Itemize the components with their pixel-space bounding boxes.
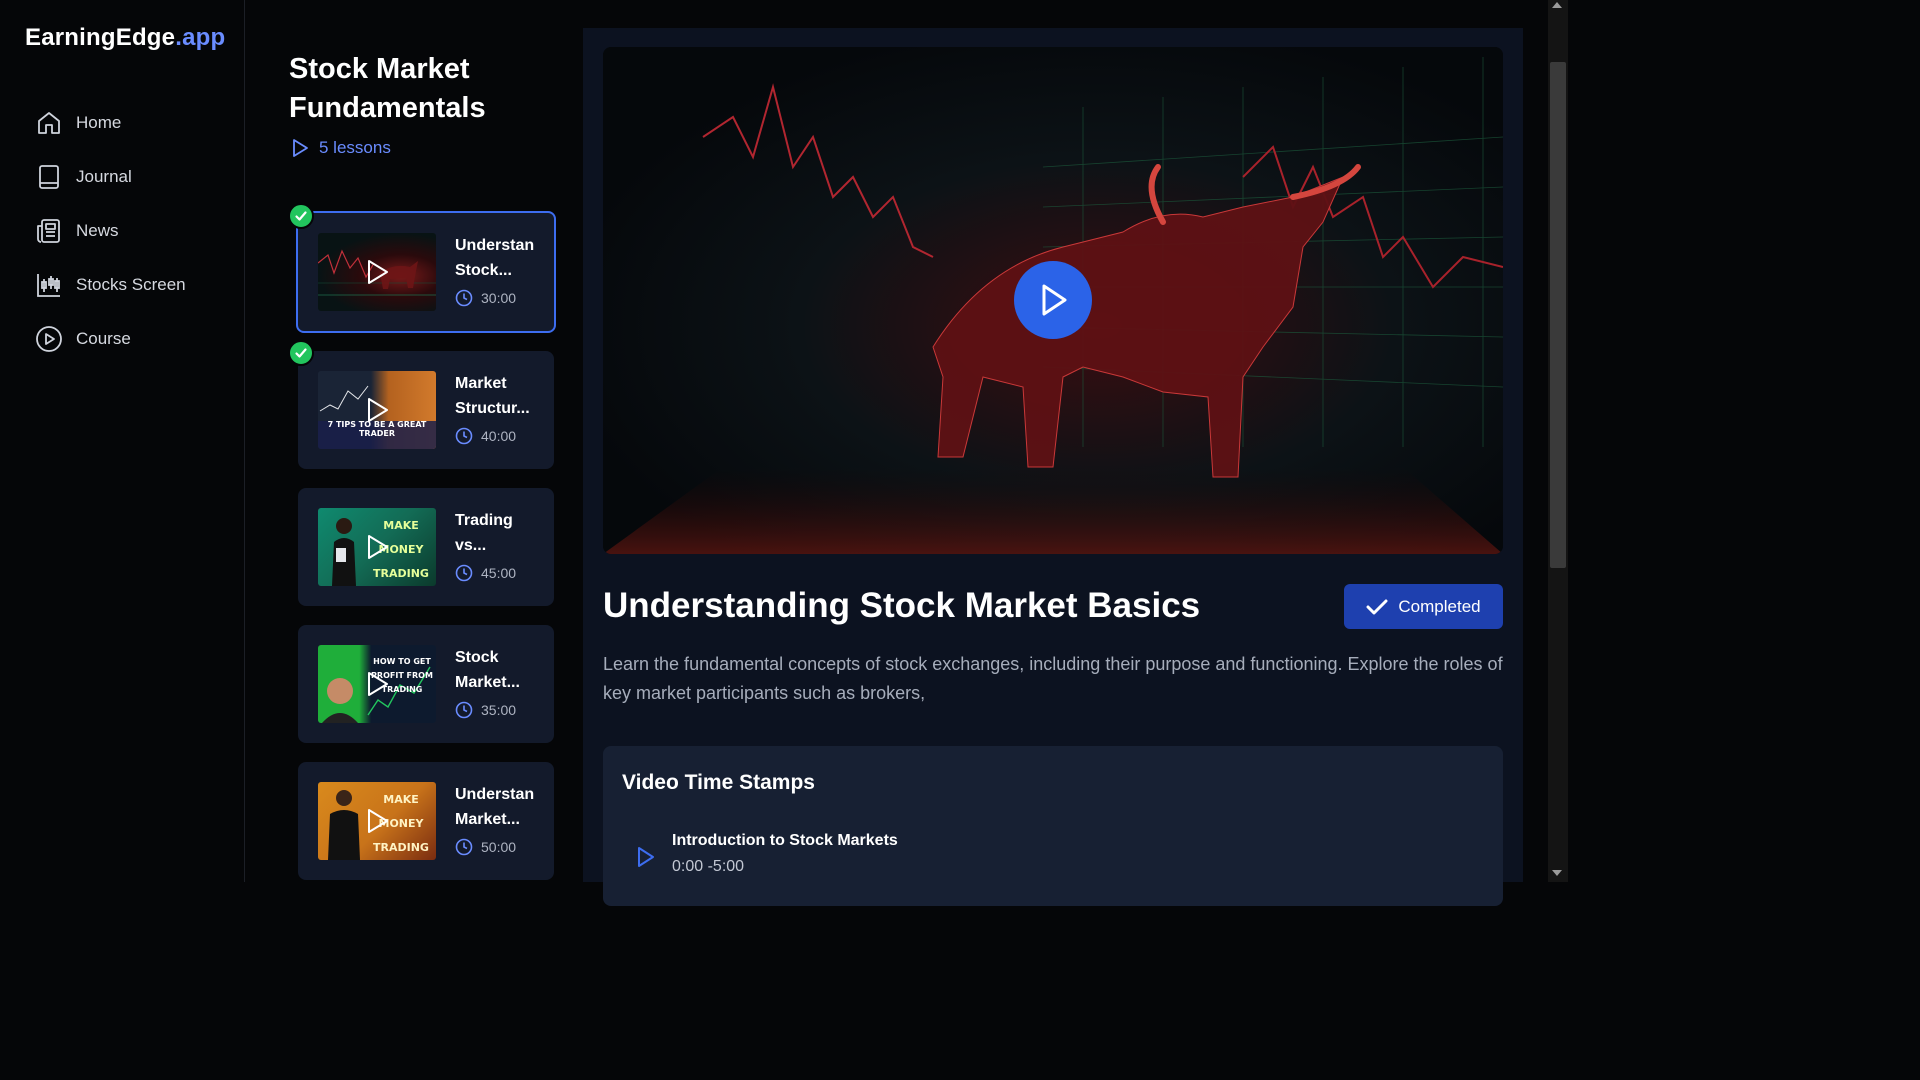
lessons-panel: Stock Market Fundamentals 5 lessons Unde… [245, 0, 583, 882]
play-icon [1042, 284, 1067, 316]
lesson-detail-panel: Understanding Stock Market Basics Comple… [583, 28, 1523, 906]
brand-suffix: .app [175, 24, 226, 51]
lesson-thumbnail: HOW TO GET PROFIT FROM TRADING [318, 645, 436, 723]
lesson-thumbnail: MAKE MONEY TRADING STOCKS [318, 508, 436, 586]
lesson-duration: 35:00 [455, 701, 516, 719]
clock-icon [455, 427, 473, 445]
lesson-duration-label: 30:00 [481, 290, 517, 306]
brand-logo[interactable]: EarningEdge.app [25, 24, 225, 52]
checkmark-icon [1366, 599, 1388, 614]
lesson-card[interactable]: 7 TIPS TO BE A GREAT TRADER Market Struc… [298, 351, 554, 469]
clock-icon [455, 564, 473, 582]
play-outline-icon [622, 832, 672, 876]
course-title: Stock Market Fundamentals [289, 53, 486, 124]
lesson-duration: 30:00 [455, 289, 516, 307]
page-scrollbar[interactable] [1548, 0, 1568, 882]
play-icon [368, 398, 388, 422]
book-icon [34, 162, 64, 192]
lesson-title: Understan Market... [455, 786, 535, 828]
lesson-duration-label: 40:00 [481, 428, 517, 444]
lesson-title: Trading vs... [455, 512, 513, 554]
sidebar-item-label: Home [76, 113, 122, 132]
play-outline-icon [293, 139, 308, 157]
timestamp-range: 0:00 -5:00 [672, 858, 745, 875]
timestamp-item[interactable]: Introduction to Stock Markets 0:00 -5:00 [622, 832, 898, 876]
play-button[interactable] [1014, 261, 1092, 339]
completed-button-label: Completed [1398, 596, 1481, 616]
sidebar-nav: Home Journal News Stocks Screen Course [34, 104, 186, 374]
sidebar: EarningEdge.app Home Journal News Stocks… [0, 0, 245, 882]
video-player[interactable] [603, 47, 1503, 554]
clock-icon [455, 701, 473, 719]
sidebar-item-course[interactable]: Course [34, 320, 186, 358]
candlestick-icon [34, 270, 64, 300]
video-timestamps-panel: Video Time Stamps Introduction to Stock … [603, 746, 1503, 906]
lesson-duration-label: 35:00 [481, 702, 517, 718]
lesson-duration-label: 45:00 [481, 565, 517, 581]
lesson-title: Stock Market... [455, 649, 520, 691]
sidebar-item-label: News [76, 221, 119, 240]
scroll-up-arrow-icon[interactable] [1552, 2, 1562, 8]
newspaper-icon [34, 216, 64, 246]
home-icon [34, 108, 64, 138]
lesson-card[interactable]: Understan Stock... 30:00 [296, 211, 556, 333]
lesson-description: Learn the fundamental concepts of stock … [603, 654, 1503, 703]
play-icon [368, 672, 388, 696]
lesson-thumbnail: MAKE MONEY TRADING FOREX [318, 782, 436, 860]
completed-check-icon [288, 203, 314, 229]
scrollbar-thumb[interactable] [1550, 62, 1566, 568]
sidebar-item-news[interactable]: News [34, 212, 186, 250]
completed-check-icon [288, 340, 314, 366]
play-circle-icon [34, 324, 64, 354]
clock-icon [455, 838, 473, 856]
brand-name: EarningEdge [25, 24, 176, 51]
lesson-heading: Understanding Stock Market Basics [603, 586, 1201, 625]
play-icon [368, 535, 388, 559]
lesson-duration: 40:00 [455, 427, 516, 445]
timestamp-name: Introduction to Stock Markets [672, 832, 898, 849]
completed-button[interactable]: Completed [1344, 584, 1503, 629]
timestamps-title: Video Time Stamps [622, 771, 815, 794]
sidebar-item-label: Journal [76, 167, 132, 186]
lesson-card[interactable]: HOW TO GET PROFIT FROM TRADING Stock Mar… [298, 625, 554, 743]
lesson-title: Understan Stock... [455, 237, 535, 279]
sidebar-item-home[interactable]: Home [34, 104, 186, 142]
lesson-thumbnail: 7 TIPS TO BE A GREAT TRADER [318, 371, 436, 449]
lesson-title: Market Structur... [455, 375, 530, 417]
lesson-thumbnail [318, 233, 436, 311]
play-icon [368, 260, 388, 284]
lessons-count-label: 5 lessons [319, 138, 391, 157]
lesson-card[interactable]: MAKE MONEY TRADING FOREX Understan Marke… [298, 762, 554, 880]
sidebar-item-stocks-screen[interactable]: Stocks Screen [34, 266, 186, 304]
lesson-duration-label: 50:00 [481, 839, 517, 855]
clock-icon [455, 289, 473, 307]
play-icon [368, 809, 388, 833]
sidebar-item-label: Course [76, 329, 131, 348]
sidebar-item-journal[interactable]: Journal [34, 158, 186, 196]
lesson-duration: 50:00 [455, 838, 516, 856]
scroll-down-arrow-icon[interactable] [1552, 870, 1562, 876]
lesson-duration: 45:00 [455, 564, 516, 582]
sidebar-item-label: Stocks Screen [76, 275, 186, 294]
lesson-card[interactable]: MAKE MONEY TRADING STOCKS Trading vs... … [298, 488, 554, 606]
lessons-count: 5 lessons [291, 138, 391, 158]
